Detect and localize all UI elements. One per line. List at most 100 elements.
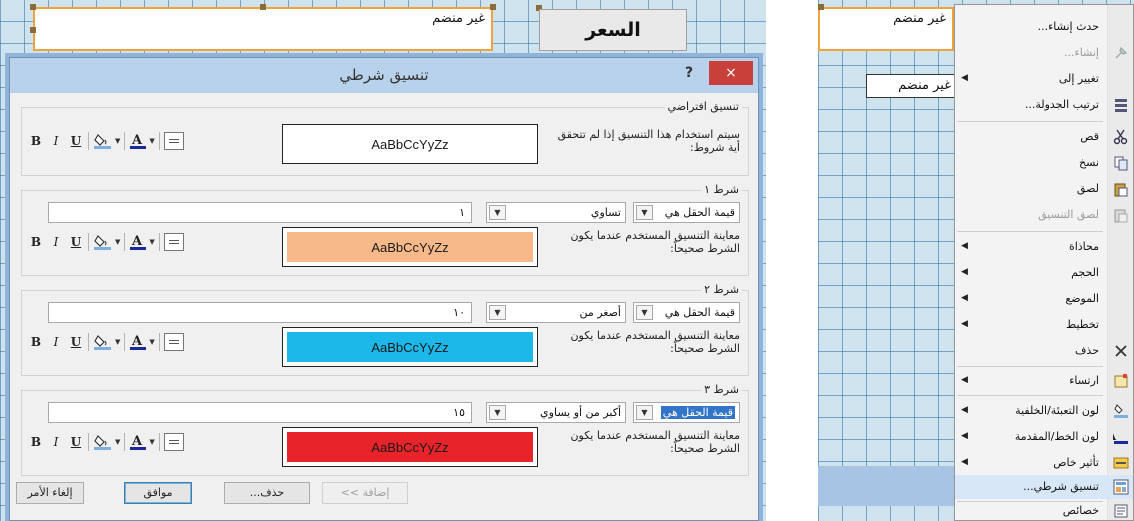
chevron-down-icon[interactable]: ▼: [489, 205, 506, 220]
menu-item-label: لون الخط/المقدمة: [1014, 430, 1099, 443]
underline-button[interactable]: U: [68, 232, 84, 252]
chevron-down-icon[interactable]: ▼: [636, 205, 653, 220]
chevron-down-icon[interactable]: ▼: [115, 438, 120, 446]
menu-item-conditional-formatting[interactable]: تنسيق شرطي...: [955, 475, 1133, 499]
underline-button[interactable]: U: [68, 131, 84, 151]
menu-item-label: حذف: [1075, 344, 1099, 357]
bold-button[interactable]: B: [28, 232, 44, 252]
chevron-down-icon[interactable]: ▼: [636, 305, 653, 320]
bold-button[interactable]: B: [28, 432, 44, 452]
operator-select[interactable]: تساوي ▼: [486, 202, 626, 223]
section-description: معاينة التنسيق المستخدم عندما يكون الشرط…: [570, 329, 740, 355]
menu-item-layout[interactable]: تخطيط ◀: [955, 313, 1133, 337]
italic-button[interactable]: I: [48, 232, 64, 252]
dialog-titlebar[interactable]: تنسيق شرطي ? ×: [10, 58, 758, 93]
price-label[interactable]: السعر: [539, 9, 687, 51]
menu-item-special-effect[interactable]: تأثير خاص ◀: [955, 451, 1133, 475]
font-color-button[interactable]: A ▼: [129, 333, 155, 351]
resize-handle[interactable]: [490, 4, 496, 10]
menu-item-align[interactable]: محاذاة ◀: [955, 235, 1133, 259]
chevron-down-icon[interactable]: ▼: [149, 238, 154, 246]
menu-item-change-to[interactable]: تغيير إلى ◀: [955, 67, 1133, 91]
menu-item-anchoring[interactable]: ارتساء ◀: [955, 369, 1133, 393]
resize-handle[interactable]: [30, 4, 36, 10]
cancel-button[interactable]: إلغاء الأمر: [16, 482, 84, 504]
condition-section: شرط ٣ قيمة الحقل هي ▼ أكبر من أو يساوي ▼…: [21, 383, 749, 476]
menu-item-label: قص: [1080, 130, 1099, 143]
condition-value-input[interactable]: ١: [48, 202, 472, 223]
condition-value-input[interactable]: ١٠: [48, 302, 472, 323]
italic-button[interactable]: I: [48, 131, 64, 151]
close-button[interactable]: ×: [709, 61, 753, 85]
menu-item-build[interactable]: إنشاء...: [955, 41, 1133, 65]
help-button[interactable]: ?: [680, 61, 698, 85]
font-color-button[interactable]: A ▼: [129, 433, 155, 451]
bold-button[interactable]: B: [28, 131, 44, 151]
chevron-down-icon[interactable]: ▼: [115, 238, 120, 246]
font-color-button[interactable]: A ▼: [129, 132, 155, 150]
paint-bucket-icon: [94, 134, 111, 149]
chevron-down-icon[interactable]: ▼: [149, 438, 154, 446]
menu-item-properties[interactable]: خصائص: [955, 501, 1133, 521]
svg-text:A: A: [131, 234, 143, 249]
enable-toggle-button[interactable]: [163, 132, 184, 150]
underline-button[interactable]: U: [68, 432, 84, 452]
field-mode-select[interactable]: قيمة الحقل هي ▼: [633, 402, 740, 423]
paint-bucket-icon: [94, 335, 111, 350]
field-mode-select[interactable]: قيمة الحقل هي ▼: [633, 202, 740, 223]
font-color-button[interactable]: A ▼: [129, 233, 155, 251]
chevron-down-icon[interactable]: ▼: [636, 405, 653, 420]
delete-button[interactable]: حذف...: [224, 482, 310, 504]
menu-item-size[interactable]: الحجم ◀: [955, 261, 1133, 285]
chevron-down-icon[interactable]: ▼: [489, 305, 506, 320]
resize-handle[interactable]: [818, 4, 824, 10]
chevron-down-icon[interactable]: ▼: [115, 338, 120, 346]
menu-item-copy[interactable]: نسخ: [955, 151, 1133, 175]
operator-select[interactable]: أصغر من ▼: [486, 302, 626, 323]
add-button[interactable]: إضافة >>: [322, 482, 408, 504]
enable-toggle-button[interactable]: [163, 233, 184, 251]
chevron-down-icon[interactable]: ▼: [149, 338, 154, 346]
fill-color-button[interactable]: ▼: [93, 132, 120, 150]
unbound-label: غير منضم: [893, 11, 946, 26]
resize-handle[interactable]: [30, 27, 36, 33]
menu-item-label: تخطيط: [1066, 318, 1099, 331]
condition-section: شرط ١ قيمة الحقل هي ▼ تساوي ▼ ١ B I U ▼ …: [21, 183, 749, 276]
toolbar-separator: [124, 233, 126, 251]
fill-color-button[interactable]: ▼: [93, 433, 120, 451]
unbound-textbox-selected[interactable]: غير منضم: [33, 7, 493, 51]
ok-button[interactable]: موافق: [124, 482, 192, 504]
underline-button[interactable]: U: [68, 332, 84, 352]
enable-toggle-button[interactable]: [163, 333, 184, 351]
unbound-textbox-selected[interactable]: غير منضم: [818, 7, 954, 51]
paste-icon: [1112, 181, 1129, 197]
menu-item-delete[interactable]: حذف: [955, 339, 1133, 363]
italic-button[interactable]: I: [48, 432, 64, 452]
menu-item-tab-order[interactable]: ترتيب الجدولة...: [955, 93, 1133, 117]
menu-item-position[interactable]: الموضع ◀: [955, 287, 1133, 311]
operator-select[interactable]: أكبر من أو يساوي ▼: [486, 402, 626, 423]
bold-button[interactable]: B: [28, 332, 44, 352]
condition-row: قيمة الحقل هي ▼ أصغر من ▼ ١٠: [48, 302, 740, 324]
chevron-down-icon[interactable]: ▼: [115, 137, 120, 145]
section-title: شرط ١: [701, 183, 742, 196]
unbound-textbox[interactable]: غير منضم: [866, 74, 956, 98]
chevron-down-icon[interactable]: ▼: [489, 405, 506, 420]
section-title: شرط ٢: [701, 283, 742, 296]
menu-item-build-event[interactable]: حدث إنشاء...: [955, 15, 1133, 39]
menu-item-paste-formatting[interactable]: لصق التنسيق: [955, 203, 1133, 227]
condition-value-input[interactable]: ١٥: [48, 402, 472, 423]
fill-color-button[interactable]: ▼: [93, 233, 120, 251]
menu-item-paste[interactable]: لصق: [955, 177, 1133, 201]
menu-item-cut[interactable]: قص: [955, 125, 1133, 149]
chevron-down-icon[interactable]: ▼: [149, 137, 154, 145]
italic-button[interactable]: I: [48, 332, 64, 352]
menu-item-fill-color[interactable]: لون التعبئة/الخلفية ◀: [955, 399, 1133, 423]
menu-item-label: خصائص: [1062, 504, 1099, 517]
delete-x-icon: [1112, 343, 1129, 359]
enable-toggle-button[interactable]: [163, 433, 184, 451]
fill-color-button[interactable]: ▼: [93, 333, 120, 351]
resize-handle[interactable]: [260, 4, 266, 10]
field-mode-select[interactable]: قيمة الحقل هي ▼: [633, 302, 740, 323]
menu-item-font-color[interactable]: A لون الخط/المقدمة ◀: [955, 425, 1133, 449]
